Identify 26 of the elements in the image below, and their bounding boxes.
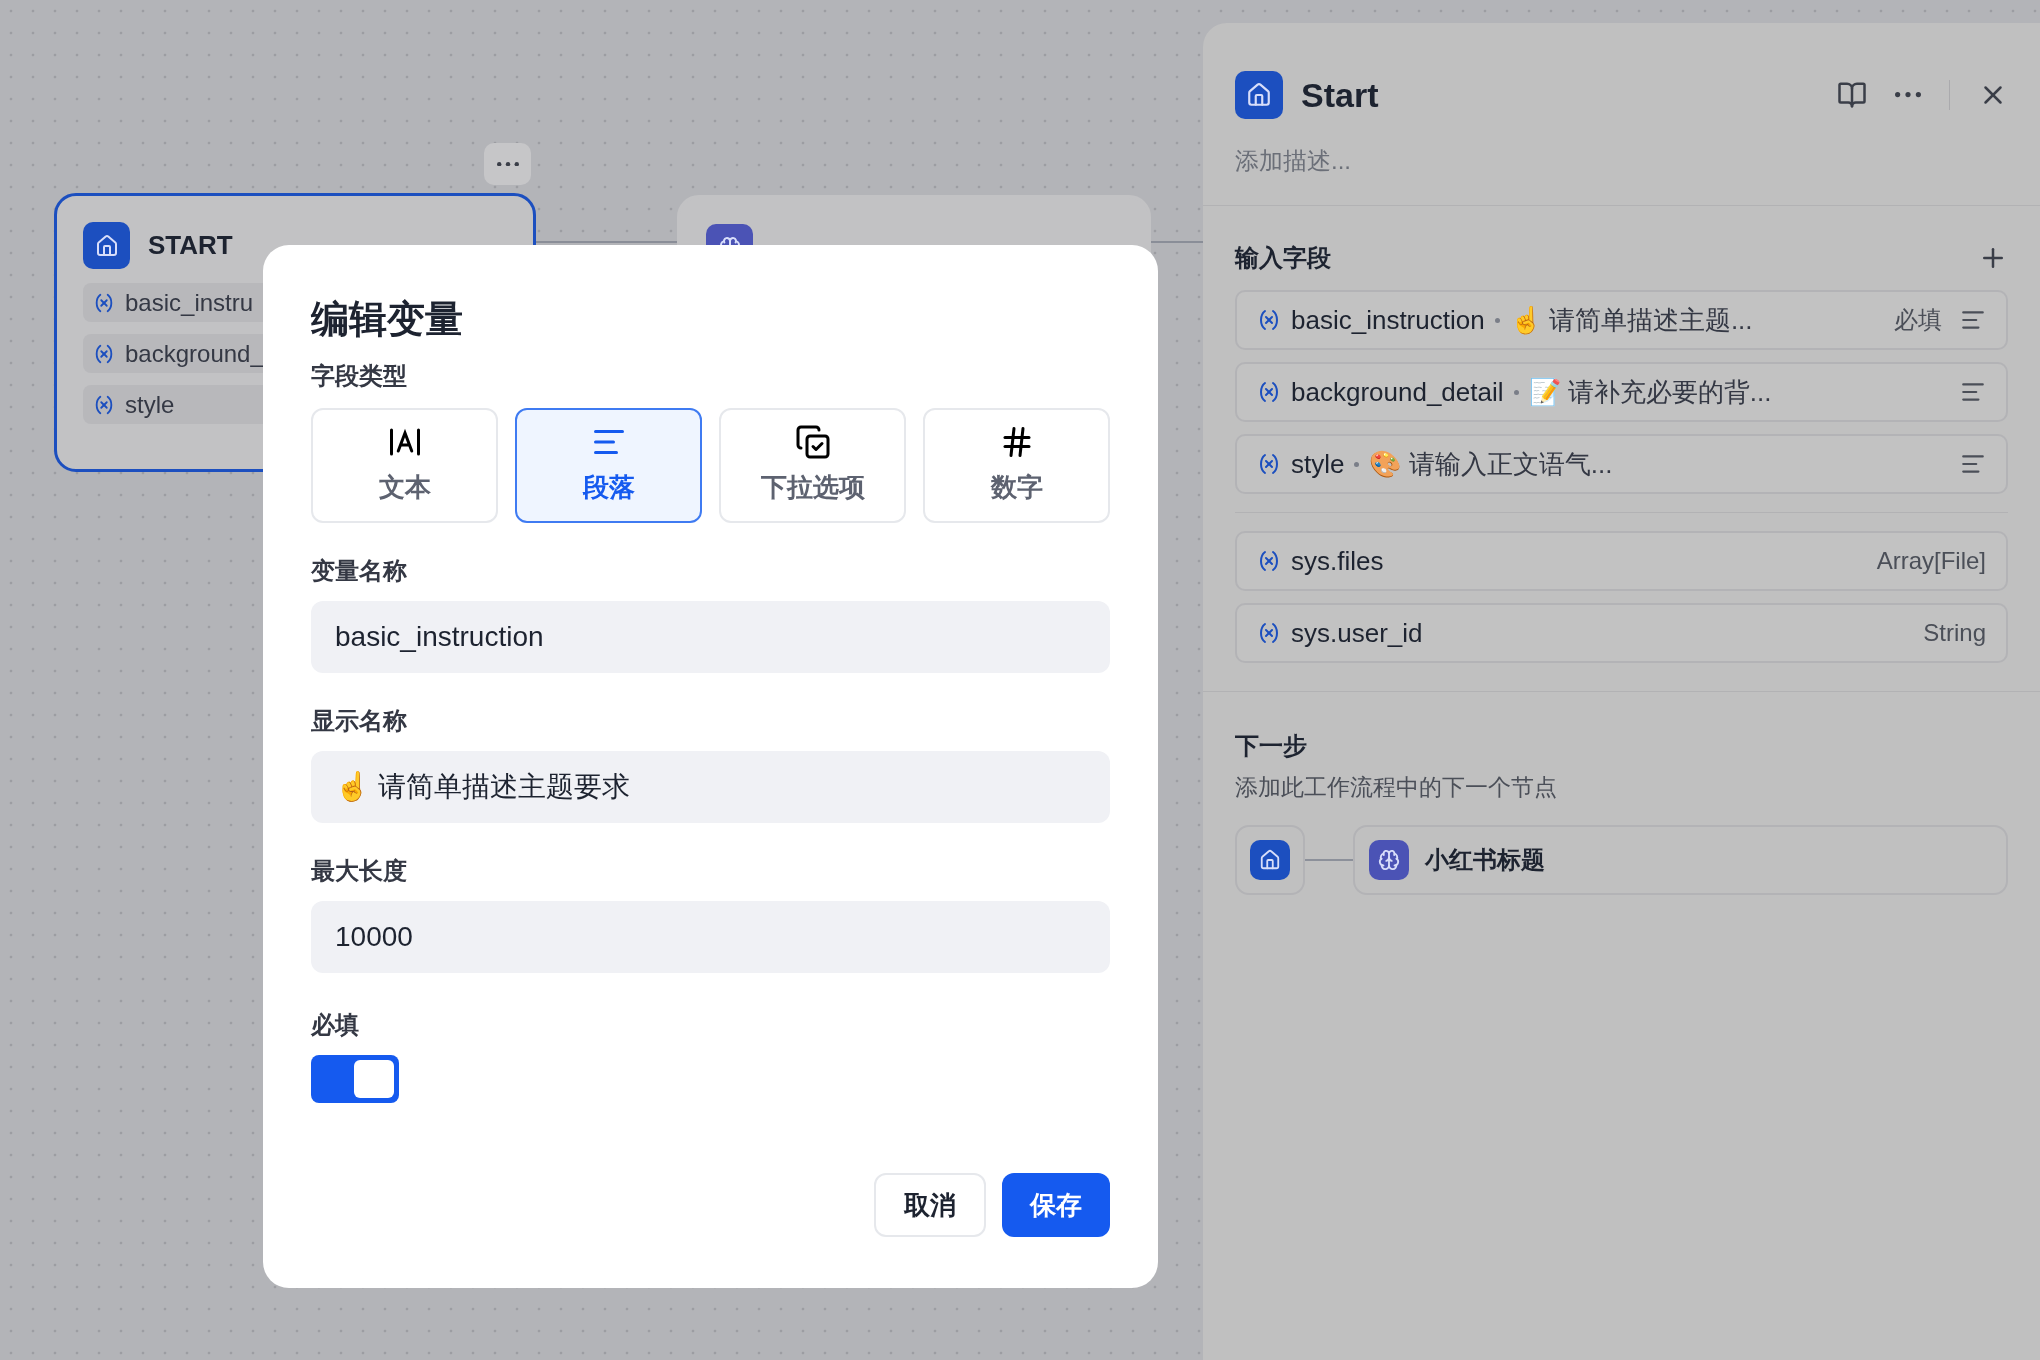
display-name: 📝 请补充必要的背... [1528, 375, 1772, 409]
variable-type: String [1923, 618, 1986, 648]
display-name: 🎨 请输入正文语气... [1369, 447, 1613, 481]
field-label: 显示名称 [311, 706, 408, 736]
variable-name: background_detail [1291, 375, 1504, 409]
panel-title: Start [1301, 74, 1379, 116]
section-title: 输入字段 [1235, 243, 1331, 273]
variable-name: style [1291, 447, 1345, 481]
field-label: 必填 [311, 1010, 360, 1040]
variable-name: basic_instru [125, 287, 254, 318]
section-subtitle: 添加此工作流程中的下一个节点 [1235, 773, 1558, 802]
dialog-title: 编辑变量 [311, 297, 464, 342]
display-name: ☝ 请简单描述主题... [1509, 303, 1753, 337]
variable-name: basic_instruction [1291, 303, 1485, 337]
field-label: 变量名称 [311, 556, 408, 586]
section-title: 下一步 [1235, 731, 1308, 761]
variable-name: background_ [125, 338, 264, 369]
variable-name: sys.user_id [1291, 616, 1423, 650]
variable-name: style [125, 389, 175, 420]
field-label: 字段类型 [311, 361, 408, 391]
variable-type: Array[File] [1876, 546, 1986, 576]
variable-name: sys.files [1291, 544, 1384, 578]
required-label: 必填 [1894, 305, 1942, 335]
field-label: 最大长度 [311, 856, 408, 886]
node-title: 小红书标题 [1425, 844, 1545, 875]
node-title: START [148, 229, 233, 262]
